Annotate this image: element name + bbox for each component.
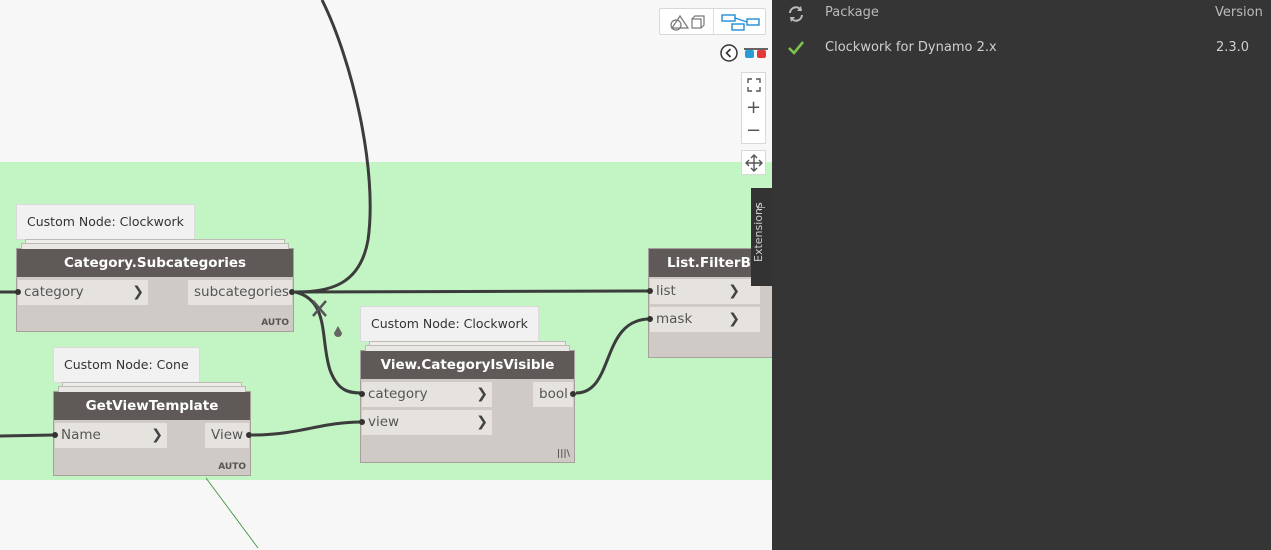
node-title: View.CategoryIsVisible [361,351,574,379]
wire-top[interactable] [294,0,372,294]
drop-icon [334,326,342,337]
extensions-label: Extensions [752,202,765,262]
wire-subcategories-to-list[interactable] [294,289,651,294]
column-header-version[interactable]: Version [1215,5,1263,20]
input-port-category[interactable]: category ❯ [359,382,492,407]
port-dot [647,288,653,294]
output-port-bool[interactable]: bool [533,382,576,407]
port-label: subcategories [194,284,289,300]
zoom-controls: + − [741,72,766,144]
wire-left-name[interactable] [0,433,55,438]
wire-view-to-view[interactable] [251,420,363,437]
chevron-right-icon: ❯ [728,311,740,327]
chevron-right-icon: ❯ [132,284,144,300]
node-getviewtemplate[interactable]: GetViewTemplate Name ❯ View AUTO [52,382,252,476]
port-label: mask [656,311,693,327]
port-dot [570,391,576,397]
package-name: Clockwork for Dynamo 2.x [825,40,997,55]
input-port-category[interactable]: category ❯ [15,280,148,305]
chevron-right-icon: ❯ [476,414,488,430]
wire-subcategories-to-category[interactable] [294,290,363,395]
port-label: category [368,386,428,402]
3d-glasses-icon[interactable] [743,45,769,61]
zoom-fit-icon[interactable] [746,77,762,93]
graph-canvas[interactable]: Custom Node: Clockwork Category.Subcateg… [0,0,772,550]
wire-bool-to-mask[interactable] [575,317,651,395]
port-dot [15,289,21,295]
input-port-mask[interactable]: mask ❯ [647,307,760,332]
zoom-out-icon[interactable]: − [742,120,765,142]
column-header-package[interactable]: Package [825,5,879,20]
port-dot [246,432,252,438]
input-port-view[interactable]: view ❯ [359,410,492,435]
port-dot [289,289,295,295]
port-label: bool [539,386,568,402]
package-version: 2.3.0 [1216,40,1250,55]
port-dot [647,316,653,322]
chevron-right-icon: ❯ [151,427,163,443]
refresh-icon[interactable] [787,5,805,23]
graph-view-icon[interactable] [720,13,762,31]
input-port-list[interactable]: list ❯ [647,279,760,304]
port-label: list [656,283,676,299]
port-dot [52,432,58,438]
tooltip-subcategories: Custom Node: Clockwork [16,204,195,240]
lacing-indicator: |||\ [556,449,570,459]
port-label: view [368,414,400,430]
pan-control [741,150,766,175]
node-title: GetViewTemplate [54,392,250,420]
output-port-subcategories[interactable]: subcategories [188,280,295,305]
output-port-view[interactable]: View [205,423,252,448]
view-toggle[interactable] [659,8,766,35]
pan-icon[interactable] [745,154,763,172]
input-port-name[interactable]: Name ❯ [52,423,167,448]
port-dot [359,391,365,397]
port-label: View [211,427,244,443]
zoom-in-icon[interactable]: + [742,97,765,119]
geometry-view-icon[interactable] [666,13,708,31]
node-category-subcategories[interactable]: Category.Subcategories category ❯ subcat… [15,239,295,332]
port-label: category [24,284,84,300]
preview-line [205,477,259,549]
back-icon[interactable] [719,43,739,63]
node-view-categoryisvisible[interactable]: View.CategoryIsVisible category ❯ view ❯… [359,341,576,463]
tooltip-isvisible: Custom Node: Clockwork [360,306,539,342]
port-label: Name [61,427,101,443]
node-title: Category.Subcategories [17,249,293,277]
lacing-indicator: AUTO [218,462,246,472]
extensions-tab[interactable]: 🡠 Extensions [751,188,772,286]
chevron-right-icon: ❯ [476,386,488,402]
package-panel: Package Version Clockwork for Dynamo 2.x… [772,0,1271,550]
chevron-right-icon: ❯ [728,283,740,299]
check-icon [788,41,805,55]
lacing-indicator: AUTO [261,318,289,328]
port-dot [359,419,365,425]
tooltip-viewtemplate: Custom Node: Cone [53,347,200,383]
